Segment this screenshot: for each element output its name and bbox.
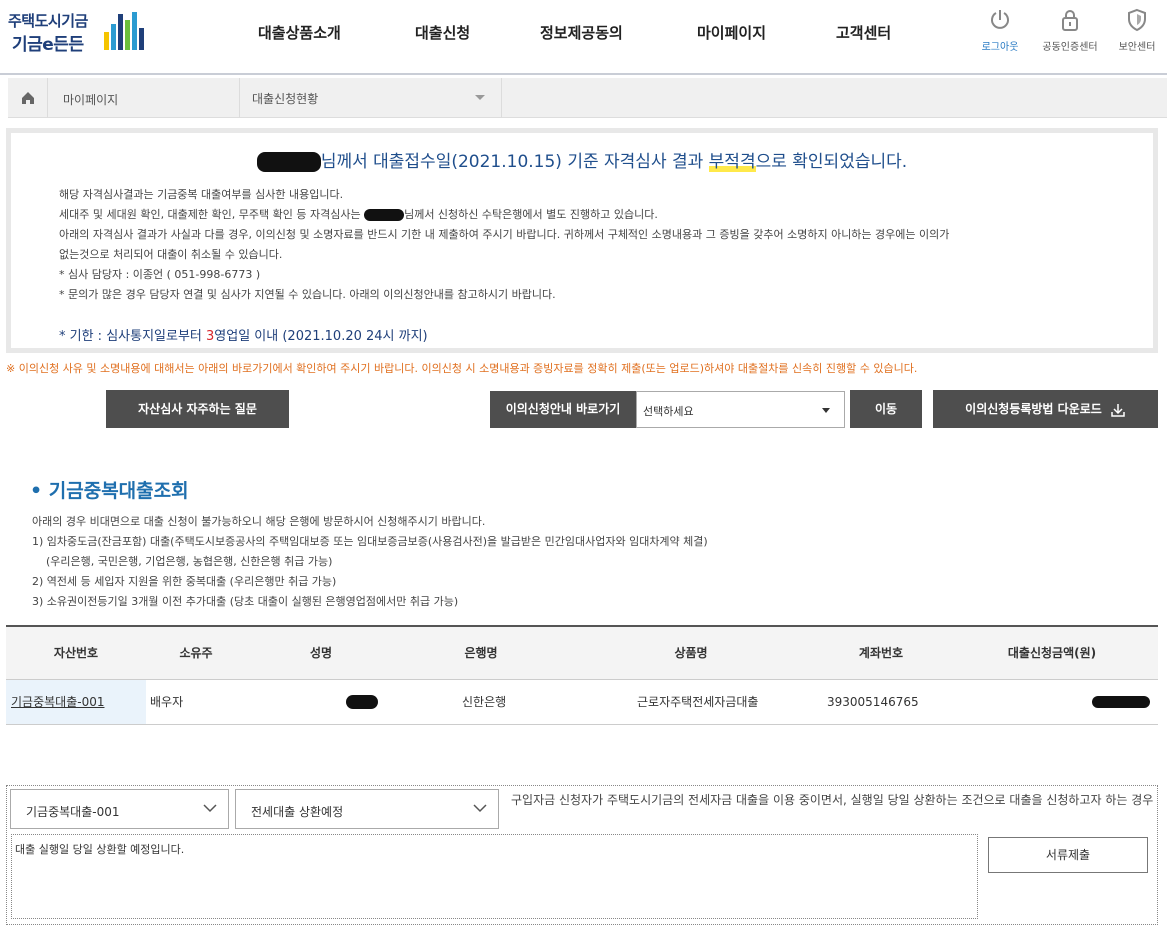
site-header: 주택도시기금 기금e든든 대출상품소개 대출신청 정보제공동의 마이페이지 고객… (0, 0, 1167, 75)
asset-link[interactable]: 기금중복대출-001 (6, 679, 146, 725)
duplicate-loan-table: 자산번호 소유주 성명 은행명 상품명 계좌번호 대출신청금액(원) 기금중복대… (6, 625, 1158, 725)
home-icon (22, 92, 34, 104)
caret-down-icon (822, 408, 830, 413)
result-body: 해당 자격심사결과는 기금중복 대출여부를 심사한 내용입니다. 세대주 및 세… (59, 185, 1139, 305)
go-button[interactable]: 이동 (850, 390, 922, 428)
redacted-amount (1092, 696, 1150, 708)
section-body: 아래의 경우 비대면으로 대출 신청이 불가능하오니 해당 은행에 방문하시어 … (32, 512, 708, 612)
reason-description: 구입자금 신청자가 주택도시기금의 전세자금 대출을 이용 중이면서, 실행일 … (511, 793, 1154, 807)
headline-post: 으로 확인되었습니다. (755, 152, 908, 172)
memo-textarea[interactable]: 대출 실행일 당일 상환할 예정입니다. (11, 834, 978, 919)
objection-form: 기금중복대출-001 전세대출 상환예정 구입자금 신청자가 주택도시기금의 전… (6, 785, 1158, 925)
chevron-down-icon (473, 804, 487, 813)
download-icon (1111, 403, 1125, 417)
caret-down-icon (475, 95, 485, 100)
review-result-box: 님께서 대출접수일(2021.10.15) 기준 자격심사 결과 부적격으로 확… (6, 128, 1158, 353)
result-line: 해당 자격심사결과는 기금중복 대출여부를 심사한 내용입니다. (59, 188, 344, 201)
col-name: 성명 (246, 626, 396, 680)
shield-icon (1128, 8, 1146, 32)
breadcrumb: 마이페이지 대출신청현황 (8, 78, 1167, 118)
section-intro: 아래의 경우 비대면으로 대출 신청이 불가능하오니 해당 은행에 방문하시어 … (32, 515, 486, 528)
logout-label: 로그아웃 (981, 42, 1019, 53)
site-logo[interactable]: 주택도시기금 기금e든든 (8, 8, 158, 58)
power-icon (991, 10, 1009, 29)
nav-customer-center[interactable]: 고객센터 (836, 22, 891, 43)
cert-center-button[interactable]: 공동인증센터 (1040, 8, 1100, 53)
cert-center-label: 공동인증센터 (1042, 42, 1098, 53)
security-center-label: 보안센터 (1118, 42, 1156, 53)
deadline-text: * 기한 : 심사통지일로부터 3영업일 이내 (2021.10.20 24시 … (59, 329, 428, 344)
objection-notice: ※ 이의신청 사유 및 소명내용에 대해서는 아래의 바로가기에서 확인하여 주… (6, 362, 918, 375)
download-guide-label: 이의신청등록방법 다운로드 (965, 402, 1102, 416)
result-line: 세대주 및 세대원 확인, 대출제한 확인, 무주택 확인 등 자격심사는 님께… (59, 208, 658, 221)
result-line: * 심사 담당자 : 이종언 ( 051-998-6773 ) (59, 268, 261, 281)
account-cell: 393005146765 (816, 679, 946, 725)
headline-pre: 님께서 대출접수일(2021.10.15) 기준 자격심사 결과 (320, 152, 709, 172)
logout-button[interactable]: 로그아웃 (970, 8, 1030, 53)
section-item: (우리은행, 국민은행, 기업은행, 농협은행, 신한은행 취급 가능) (46, 555, 333, 568)
asset-select[interactable]: 기금중복대출-001 (10, 789, 229, 829)
owner-cell: 배우자 (146, 679, 246, 725)
breadcrumb-dropdown[interactable]: 대출신청현황 (240, 78, 502, 118)
name-cell (246, 679, 396, 725)
nav-loan-apply[interactable]: 대출신청 (415, 22, 470, 43)
col-owner: 소유주 (146, 626, 246, 680)
objection-guide-select-value: 선택하세요 (643, 405, 694, 418)
col-asset-no: 자산번호 (6, 626, 146, 680)
security-center-button[interactable]: 보안센터 (1107, 8, 1167, 53)
logo-bars-icon (104, 12, 144, 50)
redacted-name (364, 209, 405, 221)
breadcrumb-current: 대출신청현황 (252, 92, 319, 106)
result-line: * 문의가 많은 경우 담당자 연결 및 심사가 지연될 수 있습니다. 아래의… (59, 288, 556, 301)
result-line: 없는것으로 처리되어 대출이 취소될 수 있습니다. (59, 248, 283, 261)
breadcrumb-home[interactable] (8, 78, 48, 118)
breadcrumb-mypage[interactable]: 마이페이지 (48, 78, 240, 118)
logo-line2: 기금e든든 (12, 35, 84, 55)
col-product: 상품명 (566, 626, 816, 680)
result-line: 아래의 자격심사 결과가 사실과 다를 경우, 이의신청 및 소명자료를 반드시… (59, 228, 950, 241)
nav-loan-products[interactable]: 대출상품소개 (258, 22, 341, 43)
reason-select[interactable]: 전세대출 상환예정 (235, 789, 499, 829)
logo-line1: 주택도시기금 (8, 12, 88, 30)
lock-icon (1062, 10, 1078, 31)
section-item: 2) 역전세 등 세입자 지원을 위한 중복대출 (우리은행만 취급 가능) (32, 575, 337, 588)
objection-guide-label: 이의신청안내 바로가기 (490, 391, 636, 428)
asset-select-value: 기금중복대출-001 (26, 805, 120, 819)
nav-info-consent[interactable]: 정보제공동의 (540, 22, 623, 43)
objection-guide-select[interactable]: 선택하세요 (636, 391, 845, 428)
headline-highlight: 부적격 (708, 152, 756, 172)
product-cell: 근로자주택전세자금대출 (566, 679, 816, 725)
amount-cell (946, 679, 1158, 725)
result-headline: 님께서 대출접수일(2021.10.15) 기준 자격심사 결과 부적격으로 확… (11, 147, 1153, 172)
col-bank: 은행명 (396, 626, 566, 680)
download-guide-button[interactable]: 이의신청등록방법 다운로드 (933, 390, 1158, 428)
table-row: 기금중복대출-001 배우자 신한은행 근로자주택전세자금대출 39300514… (6, 679, 1158, 725)
section-item: 3) 소유권이전등기일 3개월 이전 추가대출 (당초 대출이 실행된 은행영업… (32, 595, 459, 608)
faq-button[interactable]: 자산심사 자주하는 질문 (106, 390, 289, 428)
redacted-name (346, 694, 378, 709)
reason-select-value: 전세대출 상환예정 (251, 805, 344, 819)
col-account: 계좌번호 (816, 626, 946, 680)
chevron-down-icon (203, 804, 217, 813)
section-item: 1) 임차중도금(잔금포함) 대출(주택도시보증공사의 주택임대보증 또는 임대… (32, 535, 708, 548)
section-title: • 기금중복대출조회 (30, 480, 189, 502)
submit-documents-button[interactable]: 서류제출 (988, 837, 1148, 873)
nav-mypage[interactable]: 마이페이지 (697, 22, 766, 43)
redacted-name (256, 152, 321, 172)
col-amount: 대출신청금액(원) (946, 626, 1158, 680)
bank-cell: 신한은행 (396, 679, 566, 725)
table-header-row: 자산번호 소유주 성명 은행명 상품명 계좌번호 대출신청금액(원) (6, 626, 1158, 680)
